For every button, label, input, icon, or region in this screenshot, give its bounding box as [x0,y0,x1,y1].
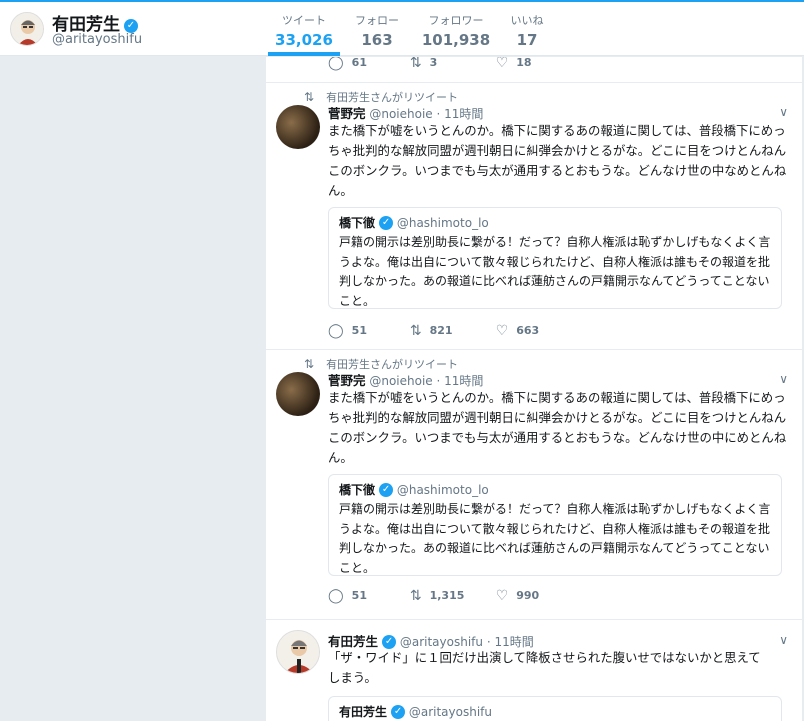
profile-header-bar: 有田芳生 ✓ @aritayoshifu ツイート 33,026 フォロー 163… [0,0,804,56]
tweet[interactable]: ⇅ 有田芳生さんがリツイート 菅野完 @noiehoie · 11時間 ∨ また橋… [266,350,802,620]
like-button[interactable]: ♡ 18 [496,57,532,71]
retweet-icon: ⇅ [409,323,422,339]
reply-button[interactable]: ◯ 51 [328,323,396,339]
reply-button[interactable]: ◯ 61 [328,57,396,71]
tweet[interactable]: ⇅ 有田芳生さんがリツイート 菅野完 @noiehoie · 11時間 ∨ また橋… [266,83,802,350]
tweet-prev[interactable]: ◯ 61 ⇅ 3 ♡ 18 [266,57,802,83]
author-name[interactable]: 菅野完 [328,106,366,121]
chevron-down-icon[interactable]: ∨ [779,633,788,647]
quote-author-handle: @hashimoto_lo [396,216,489,230]
author-handle[interactable]: @noiehoie [369,107,432,121]
author-handle[interactable]: @noiehoie [369,374,432,388]
stat-tweets[interactable]: ツイート 33,026 [268,12,340,49]
tweet-actions: ◯ 61 ⇅ 3 ♡ 18 [328,57,542,71]
quote-author-handle: @hashimoto_lo [396,483,489,497]
reply-button[interactable]: ◯ 51 [328,588,396,604]
retweet-icon: ⇅ [409,588,422,604]
stat-followers-label: フォロワー [428,14,484,27]
quoted-tweet[interactable]: 橋下徹 ✓ @hashimoto_lo 戸籍の開示は差別助長に繋がる！だって？自称… [328,474,782,576]
author-name[interactable]: 菅野完 [328,373,366,388]
quote-author-handle: @aritayoshifu [408,705,492,719]
tweet[interactable]: 有田芳生 ✓ @aritayoshifu · 11時間 ∨ 「ザ・ワイド」に１回だ… [266,620,802,721]
quote-text: 戸籍の開示は差別助長に繋がる！だって？自称人権派は恥ずかしげもなくよく言うよな。… [339,502,771,575]
heart-icon: ♡ [495,588,509,604]
tweet-actions: ◯ 51 ⇅ 821 ♡ 663 [328,323,549,339]
quote-header: 橋下徹 ✓ @hashimoto_lo [339,214,771,231]
like-count: 18 [516,57,532,69]
quote-author-name: 橋下徹 [339,216,376,230]
author-name[interactable]: 有田芳生 [328,634,378,649]
reply-icon: ◯ [328,323,344,339]
verified-badge-icon: ✓ [391,705,406,719]
quote-author-name: 有田芳生 [339,705,388,719]
quote-author-name: 橋下徹 [339,483,376,497]
quote-header: 橋下徹 ✓ @hashimoto_lo [339,481,771,498]
tweet-avatar[interactable] [276,105,320,149]
retweet-count: 3 [429,57,438,69]
tweet-avatar[interactable] [276,630,320,674]
tweet-header: 菅野完 @noiehoie · 11時間 [328,106,484,121]
like-button[interactable]: ♡ 663 [496,323,540,339]
reply-count: 51 [351,324,367,337]
verified-badge-icon: ✓ [379,483,394,497]
retweet-count: 1,315 [429,589,465,602]
quoted-tweet[interactable]: 有田芳生 ✓ @aritayoshifu [328,696,782,721]
timeline: ◯ 61 ⇅ 3 ♡ 18 ⇅ 有田芳生さんがリツイート 菅野完 @noiehoie ·… [266,57,802,721]
like-button[interactable]: ♡ 990 [496,588,540,604]
chevron-down-icon[interactable]: ∨ [779,105,788,119]
stat-followers[interactable]: フォロワー 101,938 [418,12,494,49]
quote-header: 有田芳生 ✓ @aritayoshifu [339,703,771,720]
verified-badge-icon: ✓ [379,216,394,230]
retweet-button[interactable]: ⇅ 1,315 [410,588,482,604]
quote-text: 戸籍の開示は差別助長に繋がる！だって？自称人権派は恥ずかしげもなくよく言うよな。… [339,235,771,308]
active-tab-indicator [268,52,340,56]
retweet-icon: ⇅ [304,90,315,104]
heart-icon: ♡ [495,323,509,339]
reply-icon: ◯ [328,588,344,604]
retweet-button[interactable]: ⇅ 3 [410,57,482,71]
stat-following-label: フォロー [355,14,399,27]
stat-likes-value: 17 [516,31,538,49]
tweet-text: また橋下が嘘をいうとんのか。橋下に関するあの報道に関しては、普段橋下にめっちゃ批… [328,390,787,465]
stat-tweets-label: ツイート [282,14,326,27]
chevron-down-icon[interactable]: ∨ [779,372,788,386]
like-count: 990 [516,589,540,602]
stat-following-value: 163 [361,31,393,49]
profile-avatar[interactable] [10,12,44,46]
tweet-time[interactable]: 11時間 [444,107,483,121]
retweet-icon: ⇅ [409,57,422,71]
reply-icon: ◯ [328,57,344,71]
author-handle[interactable]: @aritayoshifu [400,635,483,649]
heart-icon: ♡ [495,57,509,71]
tweet-time[interactable]: 11時間 [444,374,483,388]
reply-count: 51 [351,589,367,602]
tweet-time[interactable]: 11時間 [494,635,533,649]
stat-following[interactable]: フォロー 163 [346,12,408,49]
tweet-avatar[interactable] [276,372,320,416]
stat-followers-value: 101,938 [421,31,491,49]
verified-badge-icon: ✓ [124,19,138,33]
verified-badge-icon: ✓ [382,635,397,649]
retweet-button[interactable]: ⇅ 821 [410,323,482,339]
retweet-count: 821 [429,324,453,337]
profile-handle[interactable]: @aritayoshifu [52,32,142,47]
retweet-icon: ⇅ [304,357,315,371]
reply-count: 61 [351,57,367,69]
tweet-header: 菅野完 @noiehoie · 11時間 [328,373,484,388]
tweet-text: また橋下が嘘をいうとんのか。橋下に関するあの報道に関しては、普段橋下にめっちゃ批… [328,123,787,198]
tweet-text: 「ザ・ワイド」に１回だけ出演して降板させられた腹いせではないかと思えてしまう。 [328,650,761,685]
stat-tweets-value: 33,026 [275,31,333,49]
tweet-actions: ◯ 51 ⇅ 1,315 ♡ 990 [328,588,549,604]
stat-likes-label: いいね [510,14,544,27]
like-count: 663 [516,324,540,337]
quoted-tweet[interactable]: 橋下徹 ✓ @hashimoto_lo 戸籍の開示は差別助長に繋がる！だって？自称… [328,207,782,309]
stat-likes[interactable]: いいね 17 [502,12,552,49]
